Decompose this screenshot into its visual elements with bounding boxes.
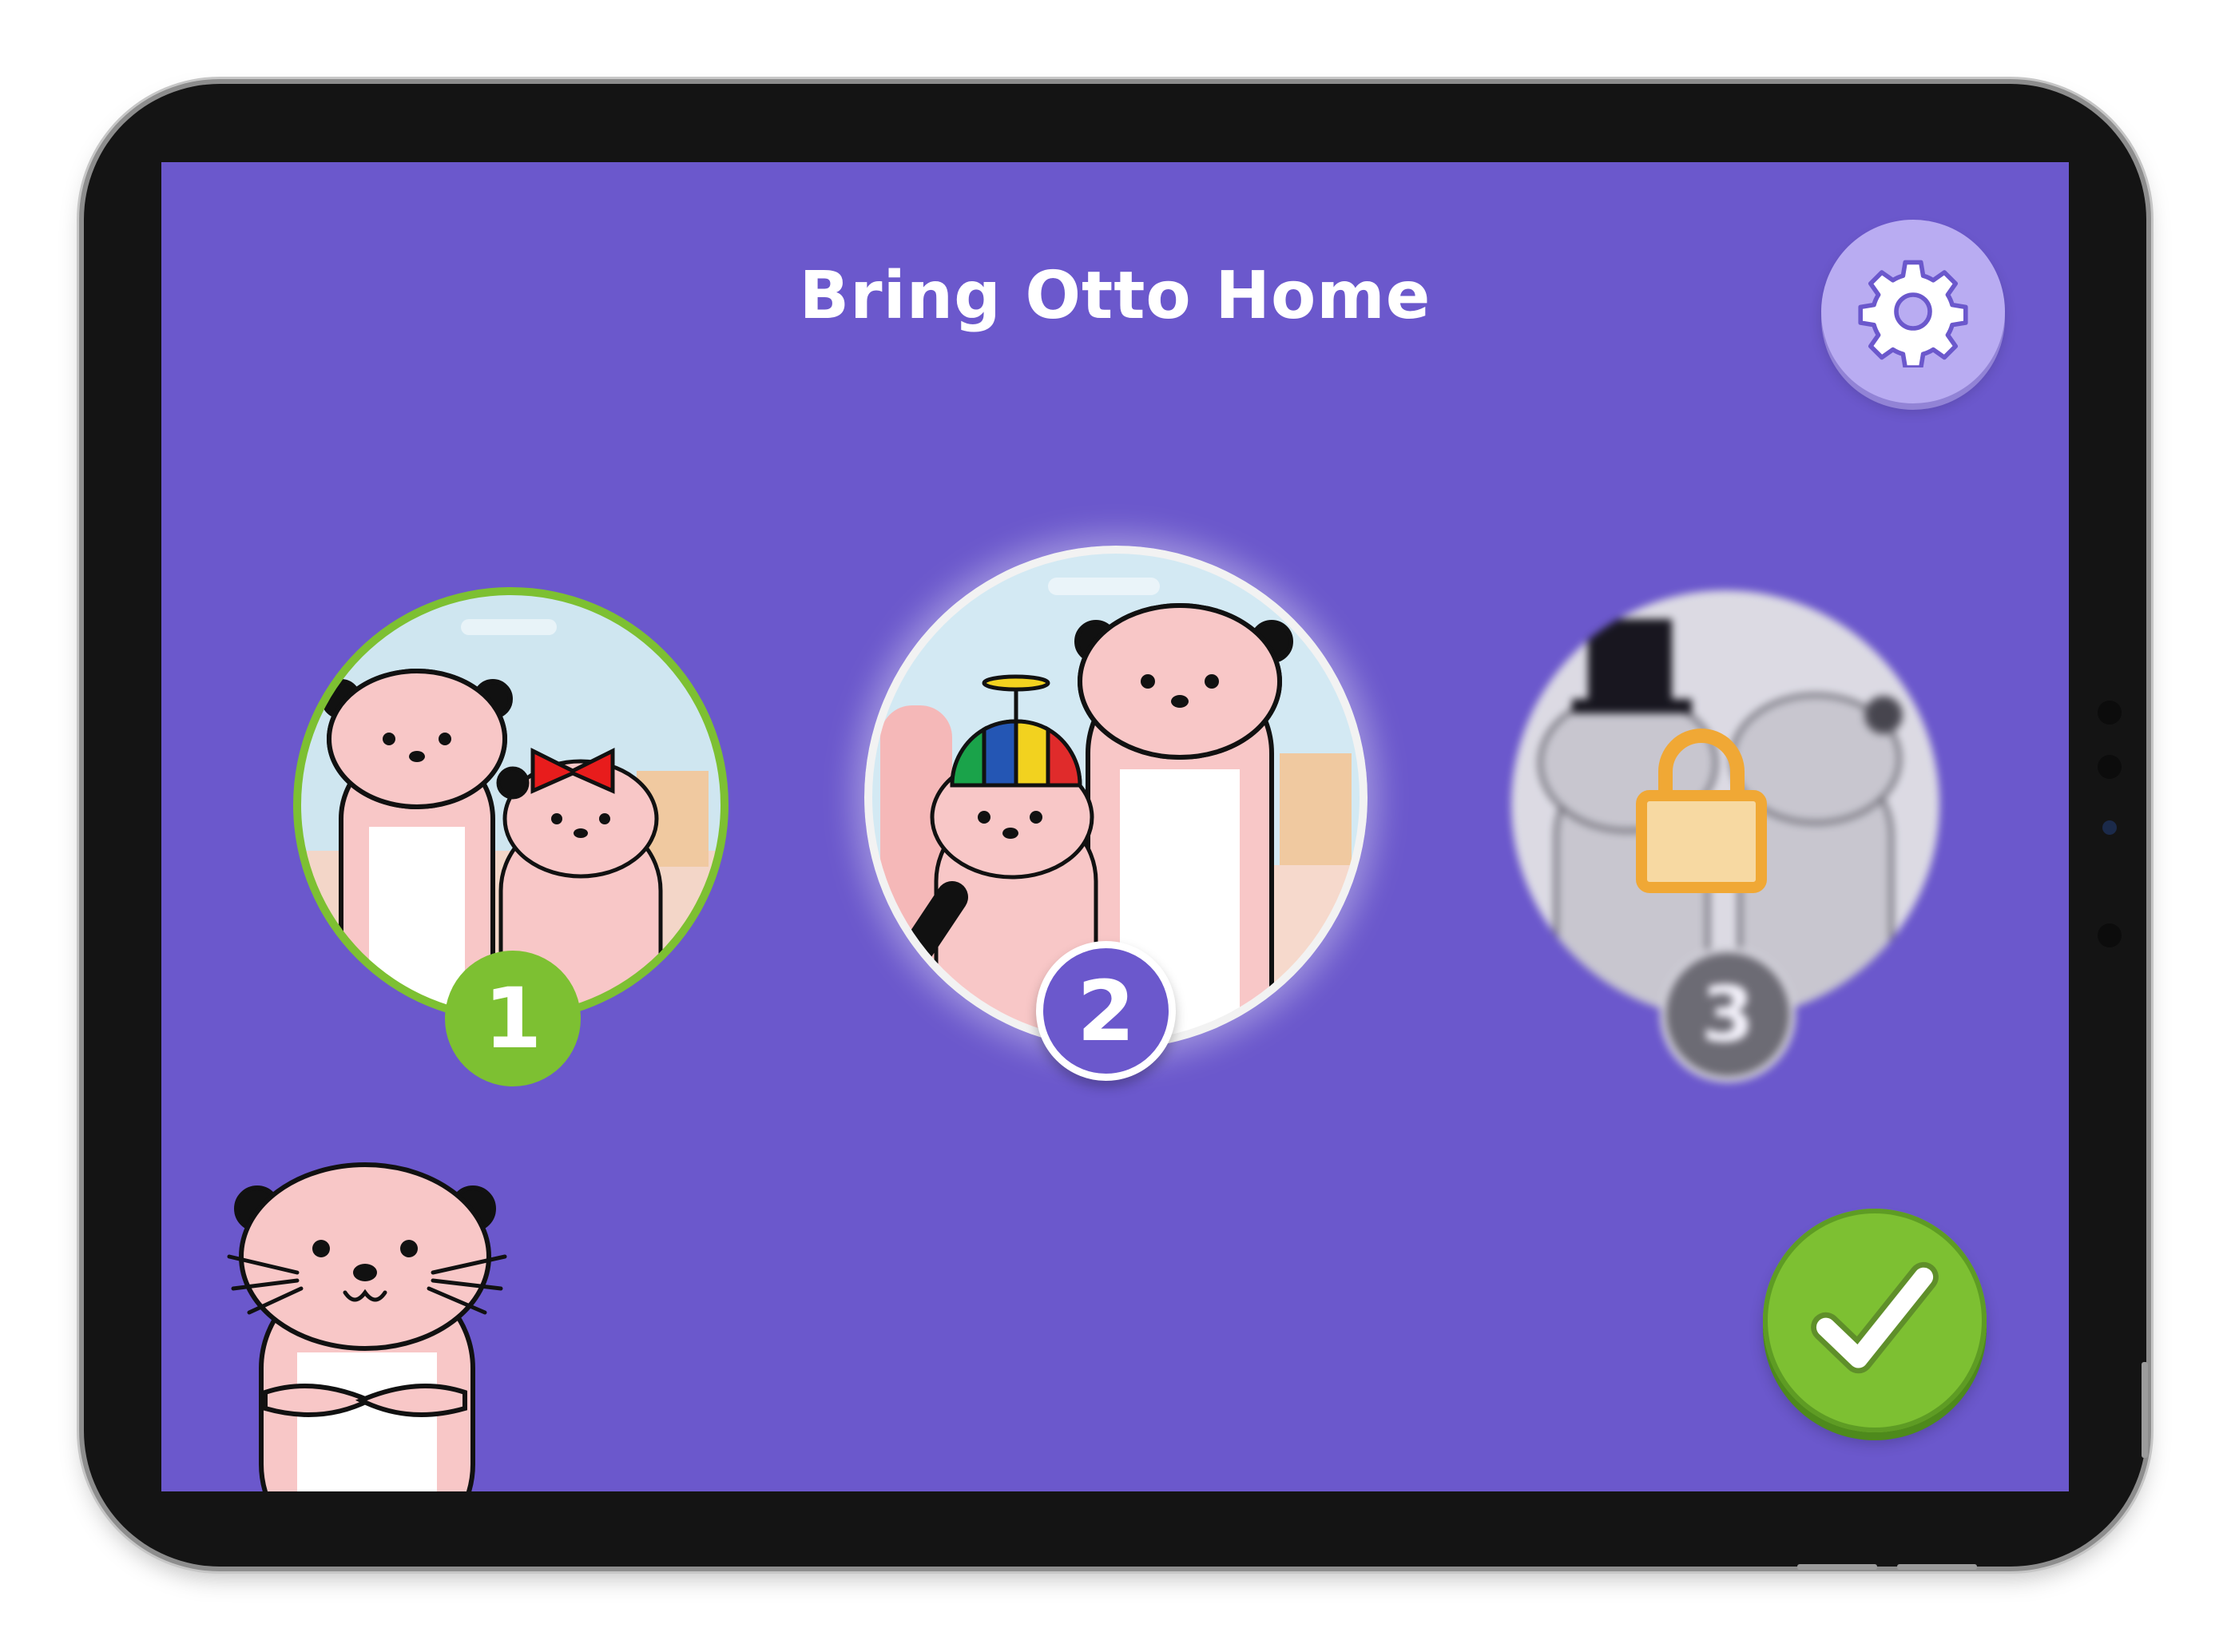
level-1-button[interactable]: 1	[293, 587, 728, 1086]
checkmark-icon	[1811, 1261, 1939, 1374]
camera-lens	[2102, 820, 2117, 835]
level-number-badge: 1	[445, 951, 581, 1086]
otto-mascot	[227, 1162, 507, 1491]
top-hat-accessory	[1588, 619, 1672, 703]
gear-icon	[1858, 260, 1968, 367]
level-number-badge: 2	[1036, 941, 1176, 1081]
top-button-2	[1897, 1564, 1977, 1570]
level-number-badge: 3	[1660, 947, 1796, 1082]
page-title: Bring Otto Home	[799, 258, 1431, 334]
app-screen: Bring Otto Home 1 2 3	[161, 162, 2069, 1491]
lock-icon	[1636, 729, 1767, 893]
settings-button[interactable]	[1821, 220, 2005, 403]
camera-dot	[2098, 701, 2122, 725]
camera-dot	[2098, 755, 2122, 779]
volume-button	[2142, 1362, 2148, 1458]
level-2-button[interactable]: 2	[864, 546, 1368, 1081]
top-button	[1797, 1564, 1877, 1570]
confirm-button[interactable]	[1763, 1209, 1987, 1432]
camera-dot	[2098, 923, 2122, 947]
